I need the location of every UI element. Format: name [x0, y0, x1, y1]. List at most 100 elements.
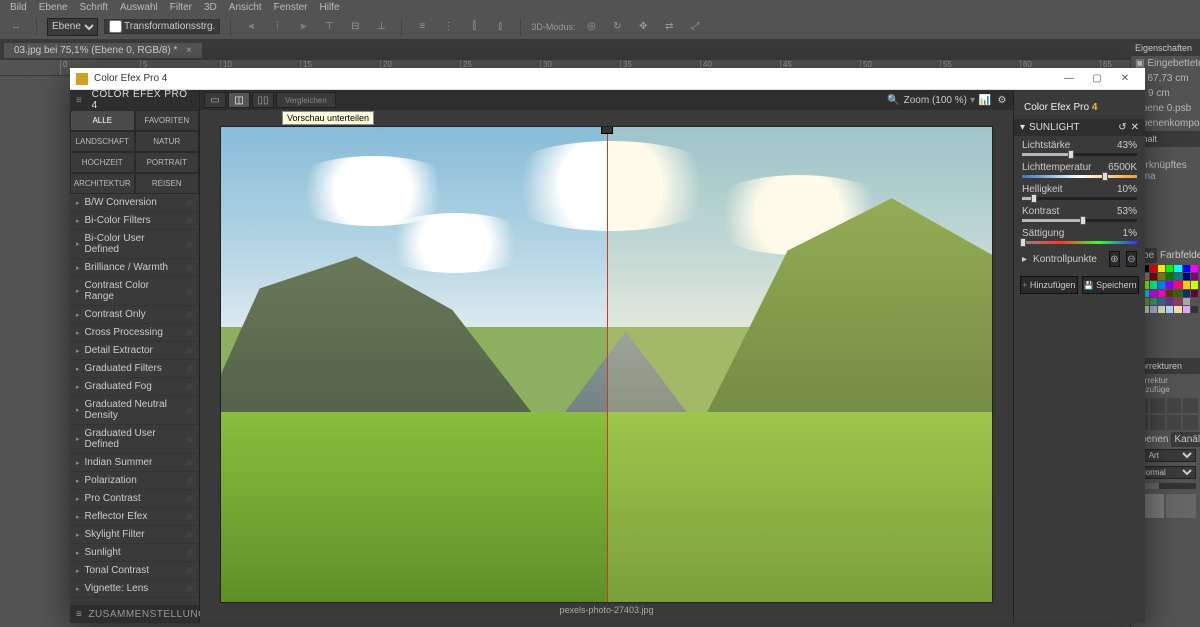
swatch[interactable] — [1191, 265, 1198, 272]
3d-slide-icon[interactable]: ⇄ — [659, 17, 679, 37]
distribute-icon[interactable]: ⫿ — [464, 17, 484, 37]
swatch[interactable] — [1191, 298, 1198, 305]
swatch[interactable] — [1174, 298, 1181, 305]
swatch[interactable] — [1183, 306, 1190, 313]
zoom-search-icon[interactable]: 🔍 — [887, 93, 901, 107]
slider-lichtstärke[interactable]: Lichtstärke43% — [1014, 136, 1145, 158]
swatch[interactable] — [1150, 298, 1157, 305]
align-top-icon[interactable]: ⊤ — [319, 17, 339, 37]
filter-item[interactable]: ▸Graduated Neutral Density☆ — [70, 396, 199, 425]
preview-image[interactable] — [220, 126, 993, 603]
align-center-h-icon[interactable]: ⫶ — [267, 17, 287, 37]
minimize-button[interactable]: — — [1055, 70, 1083, 88]
star-icon[interactable]: ☆ — [186, 216, 193, 225]
swatch[interactable] — [1158, 265, 1165, 272]
swatch[interactable] — [1166, 306, 1173, 313]
menu-item[interactable]: Fenster — [274, 2, 308, 13]
swatch[interactable] — [1166, 290, 1173, 297]
3d-zoom-icon[interactable]: ⤢ — [685, 17, 705, 37]
star-icon[interactable]: ☆ — [186, 364, 193, 373]
swatch[interactable] — [1191, 290, 1198, 297]
adjustment-icon[interactable] — [1183, 398, 1198, 413]
slider-sättigung[interactable]: Sättigung1% — [1014, 224, 1145, 246]
swatch[interactable] — [1183, 265, 1190, 272]
swatch[interactable] — [1166, 273, 1173, 280]
filter-item[interactable]: ▸Indian Summer☆ — [70, 454, 199, 472]
filter-section-header[interactable]: ▾ SUNLIGHT ↺ ✕ — [1014, 119, 1145, 136]
adjustment-icon[interactable] — [1183, 415, 1198, 430]
view-split-icon[interactable]: ◫ — [228, 92, 250, 108]
view-single-icon[interactable]: ▭ — [204, 92, 226, 108]
star-icon[interactable]: ☆ — [186, 435, 193, 444]
swatch[interactable] — [1191, 306, 1198, 313]
chevron-right-icon[interactable]: ▸ — [1022, 254, 1027, 265]
swatch[interactable] — [1150, 273, 1157, 280]
star-icon[interactable]: ☆ — [186, 263, 193, 272]
filter-item[interactable]: ▸Contrast Color Range☆ — [70, 277, 199, 306]
swatch[interactable] — [1166, 265, 1173, 272]
presets-bar[interactable]: ≡ ZUSAMMENSTELLUNGEN — [70, 605, 199, 623]
close-icon[interactable]: × — [186, 45, 192, 56]
swatch[interactable] — [1150, 265, 1157, 272]
category-reisen[interactable]: REISEN — [135, 173, 200, 194]
save-preset-button[interactable]: Speichern — [1082, 276, 1140, 294]
filter-item[interactable]: ▸Graduated Filters☆ — [70, 360, 199, 378]
align-middle-icon[interactable]: ⊟ — [345, 17, 365, 37]
star-icon[interactable]: ☆ — [186, 382, 193, 391]
star-icon[interactable]: ☆ — [186, 494, 193, 503]
category-alle[interactable]: ALLE — [70, 110, 135, 131]
star-icon[interactable]: ☆ — [186, 198, 193, 207]
category-favoriten[interactable]: FAVORITEN — [135, 110, 200, 131]
swatch[interactable] — [1150, 306, 1157, 313]
swatch[interactable] — [1174, 281, 1181, 288]
star-icon[interactable]: ☆ — [186, 287, 193, 296]
filter-item[interactable]: ▸Vignette: Lens☆ — [70, 580, 199, 598]
swatch[interactable] — [1174, 290, 1181, 297]
adjustment-icon[interactable] — [1150, 415, 1165, 430]
filter-item[interactable]: ▸Graduated Fog☆ — [70, 378, 199, 396]
distribute-icon[interactable]: ⫾ — [490, 17, 510, 37]
reset-icon[interactable]: ↺ — [1118, 122, 1126, 133]
star-icon[interactable]: ☆ — [186, 512, 193, 521]
slider-kontrast[interactable]: Kontrast53% — [1014, 202, 1145, 224]
distribute-icon[interactable]: ⋮ — [438, 17, 458, 37]
adjustment-icon[interactable] — [1167, 415, 1182, 430]
swatch[interactable] — [1191, 281, 1198, 288]
star-icon[interactable]: ☆ — [186, 458, 193, 467]
filter-item[interactable]: ▸Polarization☆ — [70, 472, 199, 490]
star-icon[interactable]: ☆ — [186, 328, 193, 337]
filter-item[interactable]: ▸Tonal Contrast☆ — [70, 562, 199, 580]
menu-item[interactable]: Filter — [170, 2, 192, 13]
split-divider[interactable] — [607, 127, 608, 602]
swatch[interactable] — [1191, 273, 1198, 280]
star-icon[interactable]: ☆ — [186, 406, 193, 415]
3d-orbit-icon[interactable]: ◎ — [581, 17, 601, 37]
star-icon[interactable]: ☆ — [186, 476, 193, 485]
settings-icon[interactable]: ⚙ — [995, 93, 1009, 107]
filter-item[interactable]: ▸Graduated User Defined☆ — [70, 425, 199, 454]
filter-item[interactable]: ▸Bi-Color User Defined☆ — [70, 230, 199, 259]
compare-button[interactable]: Vergleichen — [276, 92, 336, 108]
star-icon[interactable]: ☆ — [186, 240, 193, 249]
filter-item[interactable]: ▸Brilliance / Warmth☆ — [70, 259, 199, 277]
category-architektur[interactable]: ARCHITEKTUR — [70, 173, 135, 194]
tab-channels[interactable]: Kanäle — [1171, 432, 1200, 447]
category-natur[interactable]: NATUR — [135, 131, 200, 152]
filter-item[interactable]: ▸Skylight Filter☆ — [70, 526, 199, 544]
swatch[interactable] — [1158, 273, 1165, 280]
tool-icon[interactable]: ↔ — [6, 17, 26, 37]
cp-add-plus-icon[interactable]: ⊕ — [1109, 251, 1120, 267]
document-tab[interactable]: 03.jpg bei 75,1% (Ebene 0, RGB/8) * × — [4, 43, 202, 58]
adjustment-icon[interactable] — [1167, 398, 1182, 413]
close-icon[interactable]: ✕ — [1131, 122, 1139, 133]
filter-item[interactable]: ▸Reflector Efex☆ — [70, 508, 199, 526]
filter-item[interactable]: ▸B/W Conversion☆ — [70, 194, 199, 212]
transform-checkbox[interactable] — [109, 20, 122, 33]
swatch[interactable] — [1183, 290, 1190, 297]
menu-item[interactable]: Bild — [10, 2, 27, 13]
align-bottom-icon[interactable]: ⊥ — [371, 17, 391, 37]
swatch[interactable] — [1183, 281, 1190, 288]
titlebar[interactable]: Color Efex Pro 4 — ▢ ✕ — [70, 68, 1145, 90]
swatch[interactable] — [1158, 290, 1165, 297]
filter-item[interactable]: ▸Bi-Color Filters☆ — [70, 212, 199, 230]
